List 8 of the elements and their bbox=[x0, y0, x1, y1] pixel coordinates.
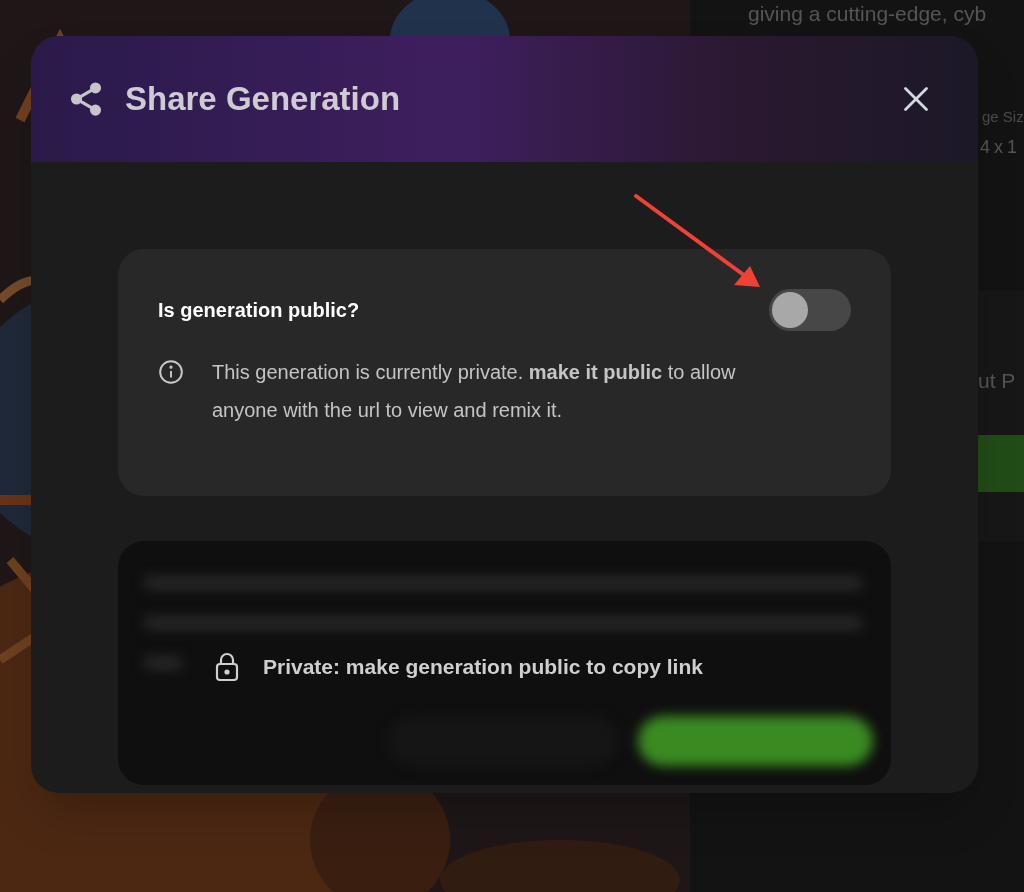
description-text: giving a cutting-edge, cyb bbox=[748, 1, 988, 27]
public-label: Is generation public? bbox=[158, 298, 360, 323]
field-value: 4 x 1 bbox=[980, 136, 1018, 159]
field-label: ge Siz bbox=[982, 106, 1024, 127]
privacy-info-text: This generation is currently private. make it public to allow anyone with the url to view and remix it. bbox=[212, 360, 737, 423]
dialog-title: Share Generation bbox=[125, 79, 401, 120]
private-link-notice: Private: make generation public to copy link bbox=[263, 654, 703, 680]
section-title: ut P bbox=[978, 368, 1017, 394]
